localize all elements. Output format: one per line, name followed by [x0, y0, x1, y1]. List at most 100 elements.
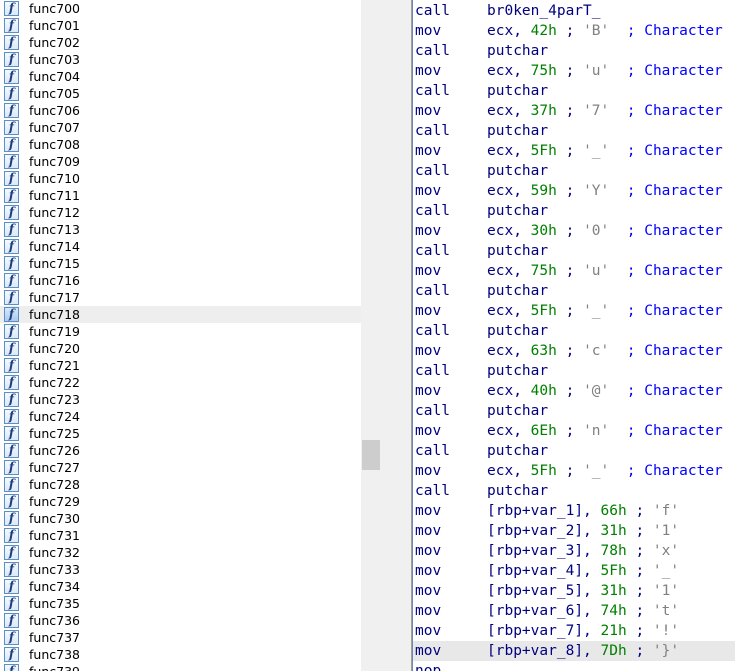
function-list-item[interactable]: f func737 [0, 629, 361, 646]
function-list-item[interactable]: f func734 [0, 578, 361, 595]
function-list-item[interactable]: f func736 [0, 612, 361, 629]
function-list-item[interactable]: f func728 [0, 476, 361, 493]
call-target[interactable]: putchar [487, 443, 548, 459]
asm-line[interactable]: call putchar [413, 481, 735, 501]
asm-line[interactable]: nop [413, 661, 735, 671]
function-list-item[interactable]: f func727 [0, 459, 361, 476]
stack-variable[interactable]: var_1 [531, 503, 575, 519]
asm-line[interactable]: mov ecx, 75h ; 'u' ; Character [413, 61, 735, 81]
call-target[interactable]: putchar [487, 163, 548, 179]
asm-line[interactable]: call putchar [413, 401, 735, 421]
stack-variable[interactable]: var_3 [531, 543, 575, 559]
asm-line[interactable]: call putchar [413, 201, 735, 221]
function-list-item[interactable]: f func704 [0, 68, 361, 85]
call-target[interactable]: putchar [487, 203, 548, 219]
function-list-item[interactable]: f func706 [0, 102, 361, 119]
call-target[interactable]: putchar [487, 363, 548, 379]
asm-line[interactable]: mov [rbp+var_4], 5Fh ; '_' [413, 561, 735, 581]
function-list-item[interactable]: f func730 [0, 510, 361, 527]
function-list-item[interactable]: f func723 [0, 391, 361, 408]
asm-line[interactable]: mov [rbp+var_1], 66h ; 'f' [413, 501, 735, 521]
asm-line[interactable]: mov [rbp+var_7], 21h ; '!' [413, 621, 735, 641]
function-list-item[interactable]: f func729 [0, 493, 361, 510]
call-target[interactable]: putchar [487, 243, 548, 259]
function-list-item[interactable]: f func719 [0, 323, 361, 340]
asm-line[interactable]: call putchar [413, 121, 735, 141]
function-list-item[interactable]: f func701 [0, 17, 361, 34]
stack-variable[interactable]: var_2 [531, 523, 575, 539]
asm-line[interactable]: mov [rbp+var_5], 31h ; '1' [413, 581, 735, 601]
stack-variable[interactable]: var_8 [531, 643, 575, 659]
function-list-item[interactable]: f func703 [0, 51, 361, 68]
function-list-item[interactable]: f func725 [0, 425, 361, 442]
function-list-item[interactable]: f func710 [0, 170, 361, 187]
asm-line[interactable]: call putchar [413, 41, 735, 61]
function-list-item[interactable]: f func712 [0, 204, 361, 221]
disassembly-view[interactable]: call br0ken_4parT_ mov ecx, 42h ; 'B' ; Cha… [413, 0, 735, 671]
function-list-item[interactable]: f func711 [0, 187, 361, 204]
function-list-item[interactable]: f func716 [0, 272, 361, 289]
function-list-item[interactable]: f func700 [0, 0, 361, 17]
pane-splitter[interactable] [381, 0, 412, 671]
function-list-item[interactable]: f func709 [0, 153, 361, 170]
call-target[interactable]: putchar [487, 403, 548, 419]
stack-variable[interactable]: var_6 [531, 603, 575, 619]
function-list[interactable]: f func700 f func701 f func702 f func703 f func704… [0, 0, 361, 671]
asm-line[interactable]: call putchar [413, 161, 735, 181]
function-list-item[interactable]: f func721 [0, 357, 361, 374]
asm-line[interactable]: mov ecx, 37h ; '7' ; Character [413, 101, 735, 121]
function-list-item[interactable]: f func707 [0, 119, 361, 136]
function-list-item[interactable]: f func718 [0, 306, 361, 323]
function-list-item[interactable]: f func735 [0, 595, 361, 612]
function-list-item[interactable]: f func738 [0, 646, 361, 663]
asm-line[interactable]: call putchar [413, 441, 735, 461]
asm-line[interactable]: mov ecx, 75h ; 'u' ; Character [413, 261, 735, 281]
asm-line[interactable]: call putchar [413, 241, 735, 261]
asm-line[interactable]: mov ecx, 5Fh ; '_' ; Character [413, 461, 735, 481]
function-list-item[interactable]: f func715 [0, 255, 361, 272]
asm-line[interactable]: mov ecx, 5Fh ; '_' ; Character [413, 141, 735, 161]
function-list-item[interactable]: f func722 [0, 374, 361, 391]
asm-line[interactable]: mov ecx, 5Fh ; '_' ; Character [413, 301, 735, 321]
stack-variable[interactable]: var_5 [531, 583, 575, 599]
function-list-item[interactable]: f func731 [0, 527, 361, 544]
call-target[interactable]: putchar [487, 323, 548, 339]
function-list-item[interactable]: f func726 [0, 442, 361, 459]
call-target[interactable]: putchar [487, 83, 548, 99]
stack-variable[interactable]: var_7 [531, 623, 575, 639]
asm-line[interactable]: call putchar [413, 361, 735, 381]
asm-line[interactable]: mov [rbp+var_3], 78h ; 'x' [413, 541, 735, 561]
asm-line[interactable]: mov ecx, 40h ; '@' ; Character [413, 381, 735, 401]
asm-line[interactable]: mov [rbp+var_8], 7Dh ; '}' [413, 641, 735, 661]
function-list-item[interactable]: f func733 [0, 561, 361, 578]
function-list-item[interactable]: f func708 [0, 136, 361, 153]
stack-variable[interactable]: var_4 [531, 563, 575, 579]
call-target[interactable]: putchar [487, 43, 548, 59]
scrollbar-thumb[interactable] [362, 440, 380, 470]
call-target[interactable]: br0ken_4parT_ [487, 3, 601, 19]
call-target[interactable]: putchar [487, 483, 548, 499]
function-list-item[interactable]: f func705 [0, 85, 361, 102]
function-list-item[interactable]: f func717 [0, 289, 361, 306]
function-list-item[interactable]: f func724 [0, 408, 361, 425]
asm-line[interactable]: mov ecx, 59h ; 'Y' ; Character [413, 181, 735, 201]
asm-line[interactable]: call putchar [413, 281, 735, 301]
call-target[interactable]: putchar [487, 123, 548, 139]
asm-line[interactable]: call putchar [413, 321, 735, 341]
asm-line[interactable]: mov ecx, 30h ; '0' ; Character [413, 221, 735, 241]
asm-line[interactable]: mov ecx, 6Eh ; 'n' ; Character [413, 421, 735, 441]
asm-line[interactable]: mov ecx, 63h ; 'c' ; Character [413, 341, 735, 361]
function-list-scrollbar[interactable] [361, 0, 381, 671]
asm-line[interactable]: mov [rbp+var_6], 74h ; 't' [413, 601, 735, 621]
function-list-item[interactable]: f func713 [0, 221, 361, 238]
asm-line[interactable]: call putchar [413, 81, 735, 101]
function-list-item[interactable]: f func702 [0, 34, 361, 51]
call-target[interactable]: putchar [487, 283, 548, 299]
asm-line[interactable]: mov [rbp+var_2], 31h ; '1' [413, 521, 735, 541]
asm-line[interactable]: mov ecx, 42h ; 'B' ; Character [413, 21, 735, 41]
function-list-item[interactable]: f func732 [0, 544, 361, 561]
function-list-item[interactable]: f func714 [0, 238, 361, 255]
function-list-item[interactable]: f func739 [0, 663, 361, 671]
function-list-item[interactable]: f func720 [0, 340, 361, 357]
asm-line[interactable]: call br0ken_4parT_ [413, 1, 735, 21]
